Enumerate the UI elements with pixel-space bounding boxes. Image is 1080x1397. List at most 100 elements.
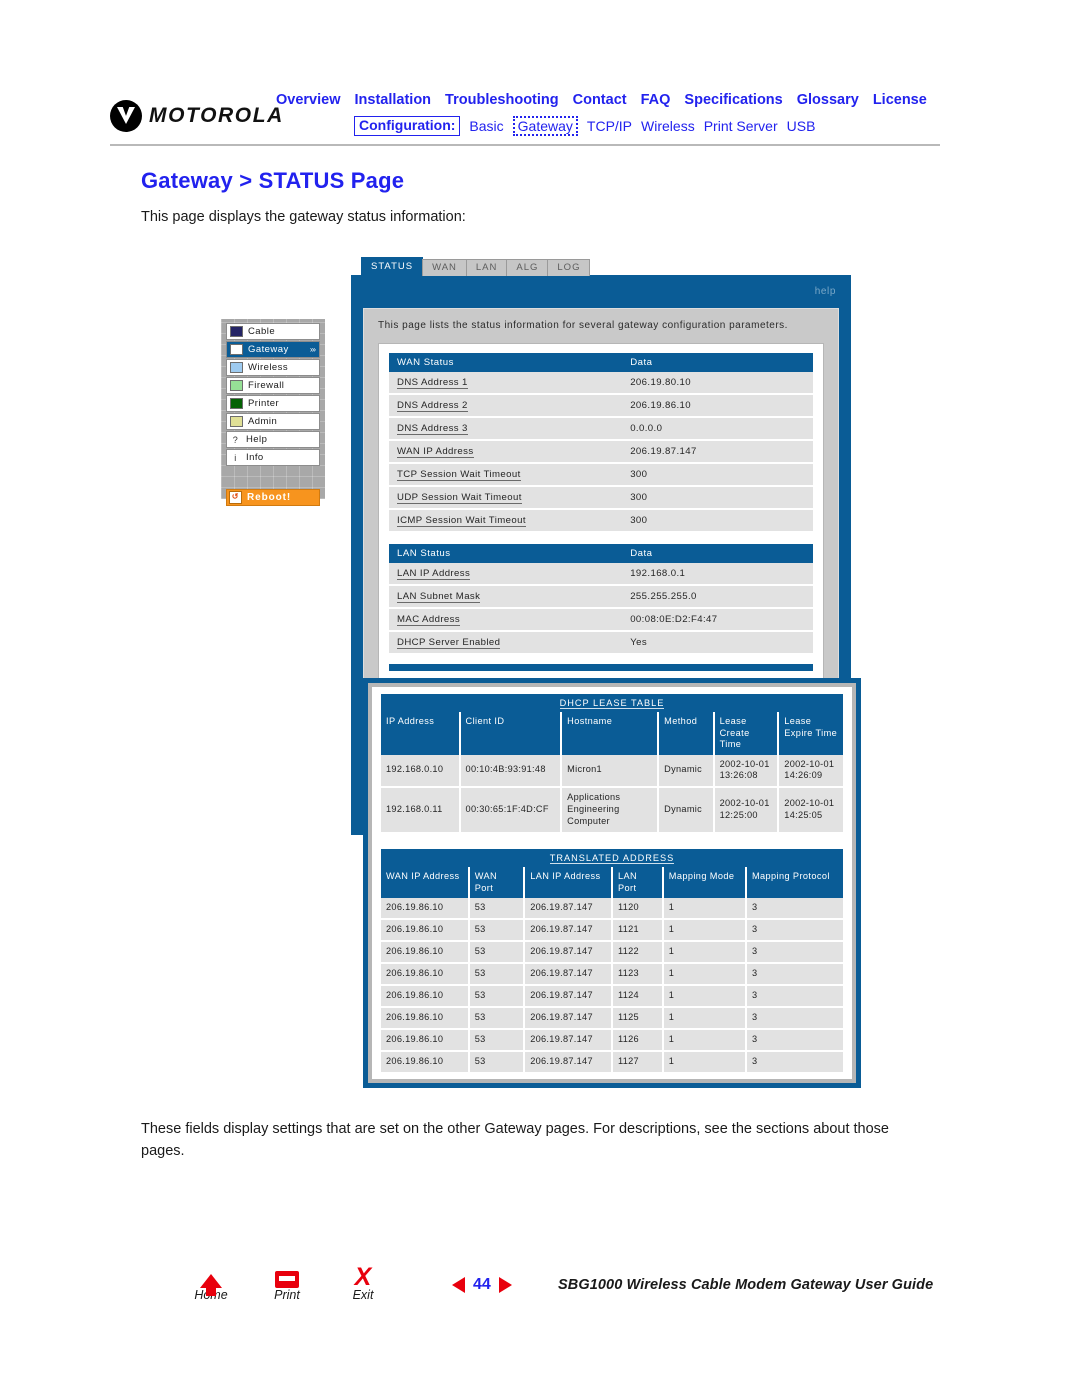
page-intro-text: This page displays the gateway status in… bbox=[141, 209, 466, 225]
wan-status-header-data: Data bbox=[622, 353, 813, 372]
status-tables-container: WAN Status Data DNS Address 1 206.19.80.… bbox=[378, 343, 824, 680]
row-link[interactable]: DNS Address 2 bbox=[397, 400, 468, 412]
printer-swatch-icon bbox=[230, 398, 243, 409]
cell-mapping-mode: 1 bbox=[662, 963, 747, 987]
sidebar-item-admin[interactable]: Admin bbox=[226, 413, 320, 430]
table-row: TCP Session Wait Timeout 300 bbox=[389, 463, 813, 487]
sidebar-item-help[interactable]: ? Help bbox=[226, 431, 320, 448]
cell-wan-port: 53 bbox=[468, 919, 526, 943]
info-icon: i bbox=[234, 452, 237, 463]
sidebar-item-label: Help bbox=[246, 434, 268, 445]
sidebar-item-label: Gateway bbox=[248, 344, 289, 355]
sidebar-item-cable[interactable]: Cable bbox=[226, 323, 320, 340]
cell-wan-port: 53 bbox=[468, 941, 526, 965]
cell-lan-ip-address: 206.19.87.147 bbox=[524, 1007, 613, 1030]
row-link[interactable]: DNS Address 1 bbox=[397, 377, 468, 389]
nav-link-print-server[interactable]: Print Server bbox=[704, 118, 778, 134]
dhcp-lease-table-title-link[interactable]: DHCP LEASE TABLE bbox=[559, 698, 665, 709]
nav-link-usb[interactable]: USB bbox=[787, 118, 816, 134]
firewall-swatch-icon bbox=[230, 380, 243, 391]
cell-wan-port: 53 bbox=[468, 1007, 526, 1030]
row-value-cell: 00:08:0E:D2:F4:47 bbox=[622, 608, 813, 632]
row-label-cell: DNS Address 2 bbox=[389, 394, 623, 418]
cell-hostname: Micron1 bbox=[561, 754, 660, 789]
dhcp-col-ip-address: IP Address bbox=[381, 712, 461, 755]
next-page-icon[interactable] bbox=[498, 1277, 512, 1293]
cell-lease-expire-time: 2002-10-01 14:26:09 bbox=[778, 754, 843, 789]
help-link[interactable]: help bbox=[815, 286, 836, 297]
row-label-cell: TCP Session Wait Timeout bbox=[389, 463, 623, 487]
device-sidebar-menu: Cable Gateway »› Wireless Firewall Print… bbox=[221, 319, 325, 506]
reboot-label: Reboot! bbox=[247, 492, 292, 503]
nav-link-license[interactable]: License bbox=[873, 92, 927, 108]
row-link[interactable]: TCP Session Wait Timeout bbox=[397, 469, 521, 481]
table-gap bbox=[389, 533, 813, 544]
table-row: DNS Address 1 206.19.80.10 bbox=[389, 372, 813, 395]
cell-lan-ip-address: 206.19.87.147 bbox=[524, 1050, 613, 1074]
row-link[interactable]: UDP Session Wait Timeout bbox=[397, 492, 522, 504]
previous-page-icon[interactable] bbox=[452, 1277, 465, 1293]
tab-wan[interactable]: WAN bbox=[422, 259, 467, 276]
nav-link-glossary[interactable]: Glossary bbox=[797, 92, 859, 108]
nav-link-installation[interactable]: Installation bbox=[355, 92, 432, 108]
configuration-label: Configuration: bbox=[354, 116, 461, 136]
nav-link-wireless[interactable]: Wireless bbox=[641, 118, 695, 134]
sidebar-item-gateway[interactable]: Gateway »› bbox=[226, 341, 320, 358]
nav-link-specifications[interactable]: Specifications bbox=[684, 92, 782, 108]
cell-mapping-mode: 1 bbox=[662, 919, 747, 943]
tab-log[interactable]: LOG bbox=[547, 259, 591, 276]
translated-address-table: TRANSLATED ADDRESS WAN IP Address WAN Po… bbox=[381, 849, 843, 1074]
tab-lan[interactable]: LAN bbox=[465, 259, 508, 276]
nav-link-basic[interactable]: Basic bbox=[469, 118, 503, 134]
table-header-row: IP Address Client ID Hostname Method Lea… bbox=[381, 712, 843, 755]
dhcp-col-hostname: Hostname bbox=[561, 712, 660, 755]
table-spacer bbox=[381, 834, 843, 849]
cell-mapping-mode: 1 bbox=[662, 1028, 747, 1052]
reboot-button[interactable]: ↺ Reboot! bbox=[226, 489, 320, 506]
cell-mapping-protocol: 3 bbox=[745, 898, 843, 921]
sidebar-item-info[interactable]: i Info bbox=[226, 449, 320, 466]
sidebar-item-label: Cable bbox=[248, 326, 276, 337]
sidebar-item-firewall[interactable]: Firewall bbox=[226, 377, 320, 394]
nav-link-tcpip[interactable]: TCP/IP bbox=[587, 118, 632, 134]
brand-name: MOTOROLA bbox=[149, 104, 284, 127]
row-link[interactable]: DNS Address 3 bbox=[397, 423, 468, 435]
sidebar-item-label: Admin bbox=[248, 416, 278, 427]
tab-alg[interactable]: ALG bbox=[506, 259, 549, 276]
table-row: MAC Address 00:08:0E:D2:F4:47 bbox=[389, 608, 813, 632]
cell-wan-ip-address: 206.19.86.10 bbox=[381, 941, 470, 965]
row-link[interactable]: LAN IP Address bbox=[397, 568, 471, 580]
translated-address-title-link[interactable]: TRANSLATED ADDRESS bbox=[549, 853, 675, 865]
exit-x-icon: X bbox=[354, 1263, 372, 1291]
table-row: 206.19.86.10 53 206.19.87.147 1126 1 3 bbox=[381, 1028, 843, 1052]
sidebar-item-printer[interactable]: Printer bbox=[226, 395, 320, 412]
row-link[interactable]: MAC Address bbox=[397, 614, 461, 626]
row-link[interactable]: LAN Subnet Mask bbox=[397, 591, 481, 603]
wireless-swatch-icon bbox=[230, 362, 243, 373]
sidebar-item-label: Firewall bbox=[248, 380, 285, 391]
nav-link-troubleshooting[interactable]: Troubleshooting bbox=[445, 92, 559, 108]
wan-status-header-name: WAN Status bbox=[389, 353, 623, 372]
row-link[interactable]: DHCP Server Enabled bbox=[397, 637, 501, 649]
nav-link-gateway[interactable]: Gateway bbox=[512, 116, 578, 136]
printer-icon bbox=[264, 1262, 310, 1288]
row-link[interactable]: ICMP Session Wait Timeout bbox=[397, 515, 526, 527]
sidebar-item-label: Printer bbox=[248, 398, 280, 409]
cell-mapping-protocol: 3 bbox=[745, 1050, 843, 1074]
sidebar-item-wireless[interactable]: Wireless bbox=[226, 359, 320, 376]
print-button[interactable]: Print bbox=[264, 1262, 310, 1302]
table-row: LAN IP Address 192.168.0.1 bbox=[389, 563, 813, 586]
nav-link-overview[interactable]: Overview bbox=[276, 92, 341, 108]
nav-link-faq[interactable]: FAQ bbox=[641, 92, 671, 108]
nav-link-contact[interactable]: Contact bbox=[573, 92, 627, 108]
ta-col-mapping-protocol: Mapping Protocol bbox=[745, 867, 843, 899]
device-admin-window: STATUS WAN LAN ALG LOG help This page li… bbox=[351, 257, 861, 1088]
lan-status-header-name: LAN Status bbox=[389, 544, 623, 563]
cell-lan-ip-address: 206.19.87.147 bbox=[524, 919, 613, 943]
home-button[interactable]: Home bbox=[188, 1262, 234, 1302]
ta-col-lan-port: LAN Port bbox=[611, 867, 664, 899]
row-link[interactable]: WAN IP Address bbox=[397, 446, 474, 458]
chevron-right-icon: »› bbox=[309, 345, 316, 354]
exit-button[interactable]: X Exit bbox=[340, 1262, 386, 1303]
tab-status[interactable]: STATUS bbox=[361, 257, 424, 276]
